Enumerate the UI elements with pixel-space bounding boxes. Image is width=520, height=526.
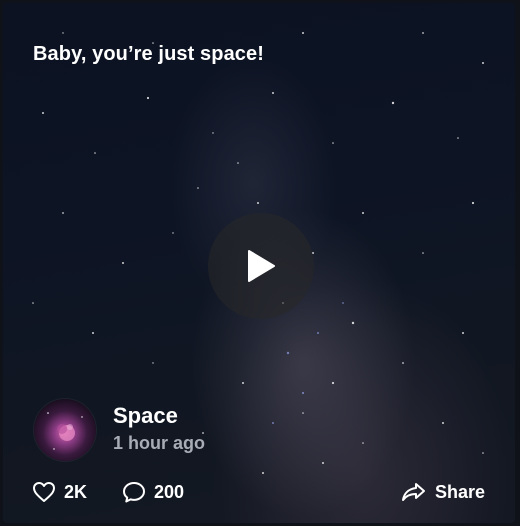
video-post-card[interactable]: Baby, you’re just space! Space 1 hour ag… [3,3,515,523]
share-button[interactable]: Share [401,481,485,503]
author-name[interactable]: Space [113,403,178,429]
share-icon [402,483,425,501]
share-label: Share [435,481,486,502]
comment-icon [123,482,145,503]
comment-button[interactable]: 200 [122,481,184,503]
like-button[interactable]: 2K [32,481,87,503]
avatar[interactable] [34,399,96,461]
like-count: 2K [64,481,88,502]
post-caption: Baby, you’re just space! [33,43,264,65]
comment-count: 200 [154,481,185,502]
post-timestamp: 1 hour ago [113,433,206,453]
heart-icon [33,482,55,502]
play-icon [248,250,275,282]
play-button[interactable] [208,213,314,319]
nebula-avatar-image [47,412,83,450]
